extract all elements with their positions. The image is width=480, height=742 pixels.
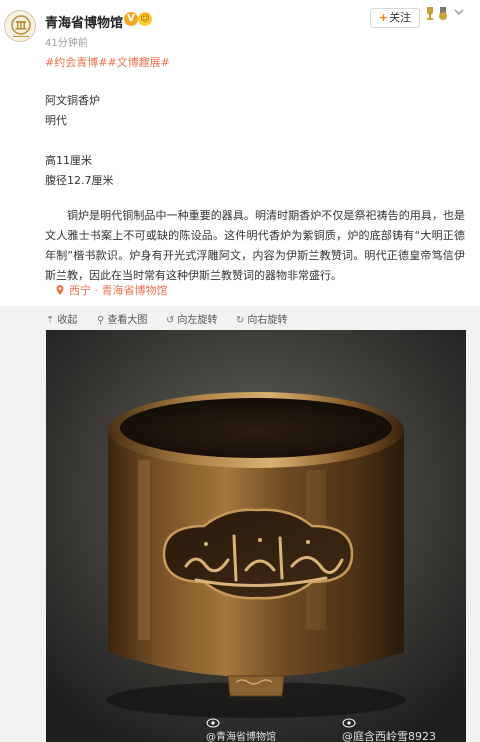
username[interactable]: 青海省博物馆 — [45, 12, 123, 31]
bronze-censer-image — [46, 330, 466, 742]
trophy-icon[interactable] — [424, 6, 436, 22]
rotate-left-button[interactable]: ↺ 向左旋转 — [166, 311, 217, 326]
view-large-label: 查看大图 — [107, 315, 148, 326]
collapse-button[interactable]: ⇡ 收起 — [46, 311, 77, 326]
magnifier-icon: ⚲ — [97, 315, 105, 326]
watermark-left-text: @青海省博物馆 — [206, 732, 276, 742]
artifact-photo[interactable]: @青海省博物馆 @庭含西岭雪8923 — [46, 330, 466, 742]
medal-icon[interactable] — [438, 6, 448, 22]
collapse-label: 收起 — [57, 315, 78, 326]
weibo-logo-icon — [342, 718, 356, 728]
verified-badge-icon: V — [124, 12, 138, 26]
post-description: 铜炉是明代铜制品中一种重要的器具。明清时期香炉不仅是祭祀祷告的用具，也是文人雅士… — [45, 209, 465, 282]
topic-link[interactable]: #约会青博# — [45, 56, 107, 69]
follow-label: 关注 — [389, 11, 412, 24]
watermark-left: @青海省博物馆 — [206, 718, 276, 742]
follow-button[interactable]: +关注 — [370, 8, 420, 28]
artifact-diameter: 腹径12.7厘米 — [45, 174, 114, 187]
watermark-right: @庭含西岭雪8923 — [342, 718, 436, 742]
artifact-dynasty: 明代 — [45, 114, 67, 127]
location-link[interactable]: 西宁 · 青海省博物馆 — [56, 282, 168, 298]
post-header: 青海省博物馆 V ☺ 41分钟前 +关注 — [0, 0, 480, 50]
plus-icon: + — [378, 11, 389, 24]
artifact-height: 高11厘米 — [45, 154, 92, 167]
rotate-right-button[interactable]: ↻ 向右旋转 — [236, 311, 287, 326]
artifact-name: 阿文铜香炉 — [45, 94, 100, 107]
topic-tags: #约会青博##文博趣展# — [45, 54, 170, 70]
location-pin-icon — [56, 285, 64, 295]
avatar[interactable] — [4, 10, 36, 42]
post-time[interactable]: 41分钟前 — [45, 34, 88, 49]
rotate-left-label: 向左旋转 — [177, 315, 218, 326]
topic-link[interactable]: #文博趣展# — [107, 56, 169, 69]
collapse-up-icon: ⇡ — [46, 315, 55, 326]
rotate-right-label: 向右旋转 — [247, 315, 288, 326]
rotate-left-icon: ↺ — [166, 315, 175, 326]
image-toolbar: ⇡ 收起 ⚲ 查看大图 ↺ 向左旋转 ↻ 向右旋转 — [0, 306, 480, 330]
location-label: 西宁 · 青海省博物馆 — [69, 284, 168, 297]
rotate-right-icon: ↻ — [236, 315, 245, 326]
watermark-right-text: @庭含西岭雪8923 — [342, 730, 436, 742]
view-large-button[interactable]: ⚲ 查看大图 — [97, 311, 147, 326]
chevron-down-icon[interactable] — [452, 6, 466, 18]
emoji-badge-icon: ☺ — [138, 12, 152, 26]
museum-logo-icon — [6, 12, 35, 41]
weibo-logo-icon — [206, 718, 220, 728]
